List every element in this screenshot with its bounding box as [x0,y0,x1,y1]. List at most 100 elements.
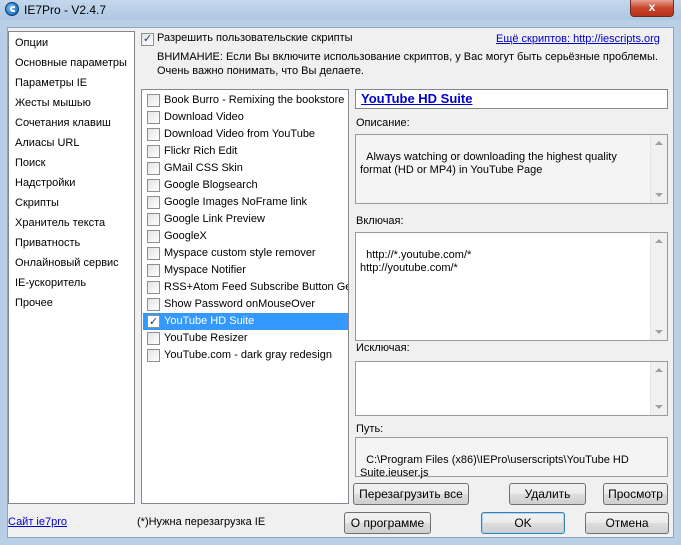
title-bar: IE7Pro - V2.4.7 x [0,0,681,20]
sidebar-item-ie-settings[interactable]: Параметры IE [15,74,87,92]
script-name: GoogleX [164,230,207,242]
view-button[interactable]: Просмотр [603,483,668,505]
sidebar-item-ie-accelerator[interactable]: IE-ускоритель [15,274,86,292]
include-scrollbar[interactable] [650,233,667,340]
script-name: YouTube.com - dark gray redesign [164,349,332,361]
script-row[interactable]: Book Burro - Remixing the bookstore [143,92,348,109]
script-checkbox[interactable] [147,247,160,260]
sidebar-item-options[interactable]: Опции [15,34,48,52]
scroll-down-icon[interactable] [655,405,663,409]
warning-text-line1: ВНИМАНИЕ: Если Вы включите использование… [157,51,658,63]
sidebar-item-search[interactable]: Поиск [15,154,45,172]
exclude-scrollbar[interactable] [650,362,667,415]
include-label: Включая: [356,215,404,227]
script-name: Book Burro - Remixing the bookstore [164,94,345,106]
script-name: Flickr Rich Edit [164,145,238,157]
script-checkbox[interactable] [147,111,160,124]
sidebar-item-online-service[interactable]: Онлайновый сервис [15,254,119,272]
sidebar-item-hotkeys[interactable]: Сочетания клавиш [15,114,111,132]
script-name: Google Blogsearch [164,179,258,191]
script-row[interactable]: Download Video [143,109,348,126]
script-name: YouTube HD Suite [164,315,255,327]
path-label: Путь: [356,423,384,435]
site-link[interactable]: Сайт ie7pro [8,516,67,528]
include-text: http://*.youtube.com/* http://youtube.co… [360,249,472,274]
script-name: Download Video from YouTube [164,128,316,140]
script-name: GMail CSS Skin [164,162,243,174]
script-name: Download Video [164,111,244,123]
warning-text-line2: Очень важно понимать, что Вы делаете. [157,65,364,77]
description-scrollbar[interactable] [650,135,667,203]
scripts-list: Book Burro - Remixing the bookstore Down… [141,89,349,504]
sidebar-item-text-keeper[interactable]: Хранитель текста [15,214,105,232]
script-row[interactable]: YouTube.com - dark gray redesign [143,347,348,364]
script-row[interactable]: YouTube Resizer [143,330,348,347]
script-checkbox[interactable] [147,314,160,330]
enable-scripts-checkbox[interactable] [141,32,154,46]
sidebar-item-url-aliases[interactable]: Алиасы URL [15,134,80,152]
script-name: Google Link Preview [164,213,265,225]
enable-scripts-label[interactable]: Разрешить пользовательские скрипты [157,32,353,44]
sidebar-item-mouse-gestures[interactable]: Жесты мышью [15,94,91,112]
path-box: C:\Program Files (x86)\IEPro\userscripts… [355,437,668,479]
script-checkbox[interactable] [147,230,160,243]
script-row[interactable]: Flickr Rich Edit [143,143,348,160]
scroll-up-icon[interactable] [655,368,663,372]
script-name: Myspace custom style remover [164,247,316,259]
sidebar-item-scripts[interactable]: Скрипты [15,194,59,212]
script-checkbox[interactable] [147,162,160,175]
reload-all-button[interactable]: Перезагрузить все [353,483,469,505]
script-title-link[interactable]: YouTube HD Suite [361,91,472,106]
script-checkbox[interactable] [147,213,160,226]
script-row[interactable]: Google Images NoFrame link [143,194,348,211]
script-checkbox[interactable] [147,281,160,294]
options-navigation: Опции Основные параметры Параметры IE Же… [8,31,135,504]
script-checkbox[interactable] [147,349,160,362]
script-name: YouTube Resizer [164,332,248,344]
script-name: Google Images NoFrame link [164,196,308,208]
scroll-down-icon[interactable] [655,193,663,197]
script-checkbox[interactable] [147,179,160,192]
script-row-selected[interactable]: YouTube HD Suite [143,313,348,330]
script-name: Myspace Notifier [164,264,246,276]
sidebar-item-general[interactable]: Основные параметры [15,54,127,72]
script-name: RSS+Atom Feed Subscribe Button Generator [164,281,348,293]
script-checkbox[interactable] [147,94,160,107]
script-name: Show Password onMouseOver [164,298,316,310]
sidebar-item-addons[interactable]: Надстройки [15,174,75,192]
exclude-textarea[interactable] [355,361,668,416]
script-row[interactable]: Myspace Notifier [143,262,348,279]
ie7pro-app-icon [5,2,19,16]
scroll-up-icon[interactable] [655,239,663,243]
description-box[interactable]: Always watching or downloading the highe… [355,134,668,204]
cancel-button[interactable]: Отмена [585,512,669,534]
sidebar-item-privacy[interactable]: Приватность [15,234,80,252]
description-label: Описание: [356,117,410,129]
script-checkbox[interactable] [147,298,160,311]
include-textarea[interactable]: http://*.youtube.com/* http://youtube.co… [355,232,668,341]
script-row[interactable]: Google Link Preview [143,211,348,228]
sidebar-item-other[interactable]: Прочее [15,294,53,312]
script-row[interactable]: Myspace custom style remover [143,245,348,262]
scroll-down-icon[interactable] [655,330,663,334]
script-row[interactable]: Google Blogsearch [143,177,348,194]
script-row[interactable]: GoogleX [143,228,348,245]
script-checkbox[interactable] [147,332,160,345]
about-button[interactable]: О программе [344,512,431,534]
script-detail-title: YouTube HD Suite [355,89,668,109]
close-button[interactable]: x [630,0,674,17]
delete-button[interactable]: Удалить [509,483,586,505]
window-title: IE7Pro - V2.4.7 [24,3,107,17]
path-text: C:\Program Files (x86)\IEPro\userscripts… [360,454,632,479]
script-checkbox[interactable] [147,128,160,141]
script-row[interactable]: RSS+Atom Feed Subscribe Button Generator [143,279,348,296]
script-row[interactable]: Download Video from YouTube [143,126,348,143]
script-checkbox[interactable] [147,264,160,277]
script-checkbox[interactable] [147,145,160,158]
script-row[interactable]: GMail CSS Skin [143,160,348,177]
ok-button[interactable]: OK [481,512,565,534]
script-row[interactable]: Show Password onMouseOver [143,296,348,313]
script-checkbox[interactable] [147,196,160,209]
scroll-up-icon[interactable] [655,141,663,145]
more-scripts-link[interactable]: Ещё скриптов: http://iescripts.org [496,33,660,45]
